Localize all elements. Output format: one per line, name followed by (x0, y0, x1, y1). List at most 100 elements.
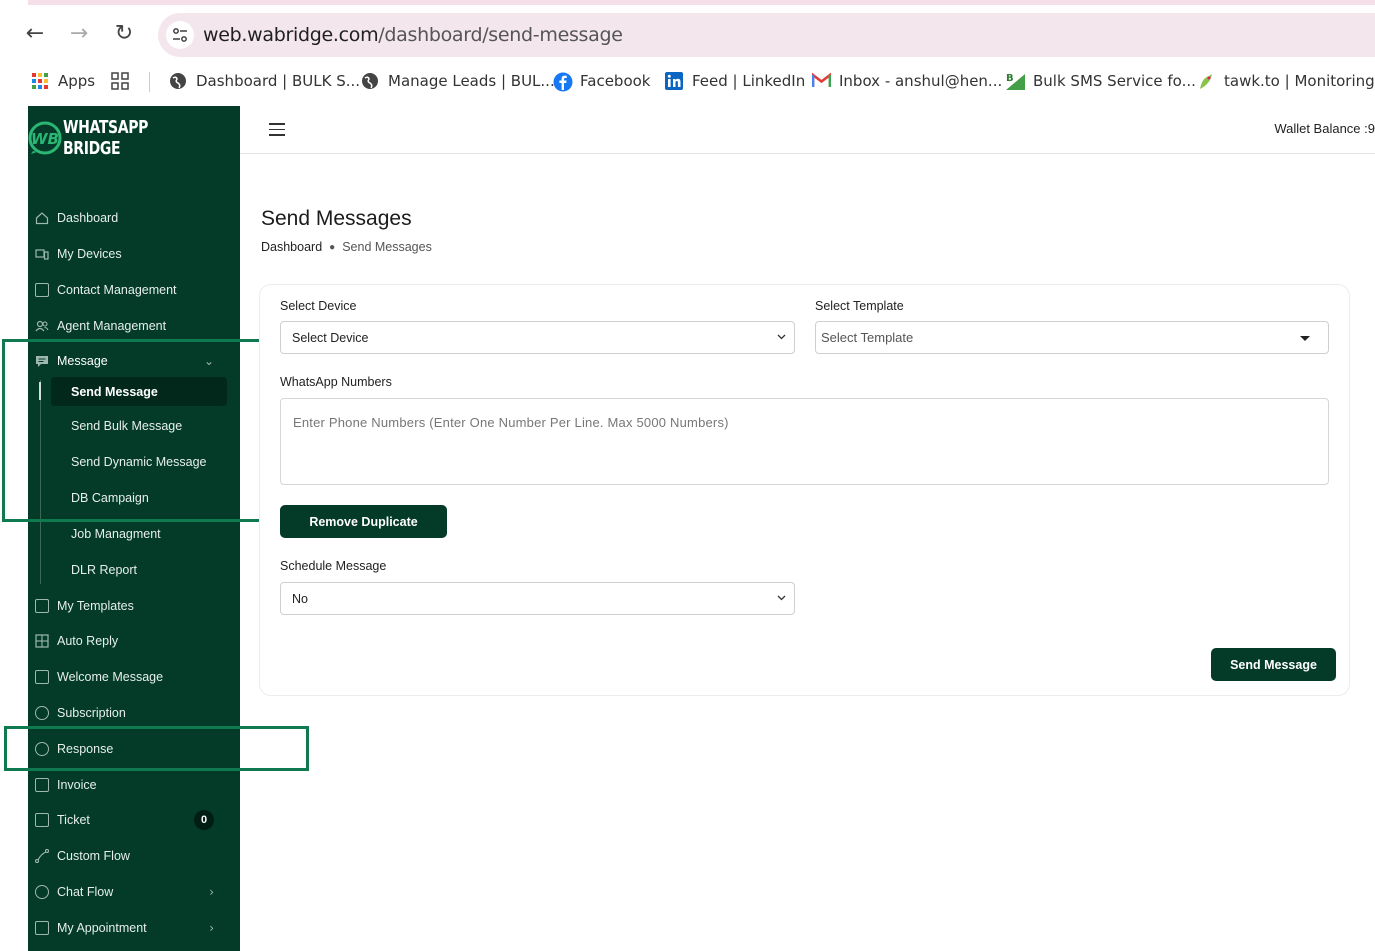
bookmark-label: Facebook (580, 72, 651, 90)
bookmark-bulk-sms[interactable]: B Bulk SMS Service fo... (1006, 70, 1196, 92)
sidebar-item-label: My Appointment (57, 921, 147, 935)
chevron-down-icon (777, 334, 786, 340)
brand-logo[interactable]: WB WHATSAPP BRIDGE (28, 117, 240, 159)
calendar-icon (35, 921, 49, 935)
bookmark-tab-groups[interactable] (111, 70, 138, 92)
svg-text:B: B (1006, 73, 1014, 84)
select-template-value: Select Template (821, 330, 914, 345)
auto-reply-icon (35, 634, 49, 648)
remove-duplicate-label: Remove Duplicate (309, 514, 418, 529)
sidebar-item-label: Chat Flow (57, 885, 114, 899)
whatsapp-bridge-logo-icon: WB (28, 121, 62, 155)
bookmark-tawk[interactable]: tawk.to | Monitoring (1197, 70, 1375, 92)
chevron-right-icon: › (209, 885, 214, 899)
sidebar-item-auto-reply[interactable]: Auto Reply (28, 626, 240, 656)
page-title: Send Messages (261, 207, 412, 230)
flow-icon (34, 848, 50, 864)
svg-text:WB: WB (31, 130, 59, 148)
menu-toggle-icon[interactable] (269, 123, 285, 136)
submenu-item-dlr-report[interactable]: DLR Report (51, 555, 227, 584)
home-icon (35, 211, 49, 225)
submenu-item-label: Job Managment (71, 526, 161, 541)
facebook-icon (553, 72, 573, 92)
send-message-label: Send Message (1230, 657, 1317, 672)
browser-toolbar: ← → ↻ web.wabridge.com/dashboard/send-me… (0, 5, 1375, 63)
chat-icon (35, 885, 49, 899)
sidebar-item-label: Custom Flow (57, 849, 130, 863)
bookmark-label: Apps (58, 72, 96, 90)
url-text: web.wabridge.com/dashboard/send-message (203, 24, 623, 46)
bookmark-dashboard-bulk[interactable]: Dashboard | BULK S... (169, 70, 360, 92)
submenu-item-label: DLR Report (71, 562, 137, 577)
caret-down-icon (1300, 336, 1310, 341)
bookmark-label: tawk.to | Monitoring (1224, 72, 1375, 90)
bookmark-manage-leads[interactable]: Manage Leads | BUL... (361, 70, 555, 92)
tab-groups-icon (111, 72, 129, 90)
sidebar: WB WHATSAPP BRIDGE Dashboard My Devices … (28, 106, 240, 951)
sidebar-item-my-devices[interactable]: My Devices (28, 239, 240, 269)
select-device-value: Select Device (292, 330, 369, 345)
sidebar-item-label: Contact Management (57, 283, 177, 297)
remove-duplicate-button[interactable]: Remove Duplicate (280, 505, 447, 538)
brand-name: WHATSAPP BRIDGE (63, 117, 149, 159)
globe-icon (361, 72, 379, 90)
bulk-sms-icon: B (1006, 72, 1025, 90)
sidebar-item-my-appointment[interactable]: My Appointment › (28, 913, 240, 943)
sidebar-item-label: Subscription (57, 706, 126, 720)
schedule-message-dropdown[interactable]: No (280, 582, 795, 615)
select-device-label: Select Device (280, 299, 357, 313)
site-settings-icon[interactable] (166, 21, 194, 49)
subscription-icon (35, 706, 49, 720)
sidebar-item-chat-flow[interactable]: Chat Flow › (28, 877, 240, 907)
submenu-item-job-managment[interactable]: Job Managment (51, 519, 227, 548)
breadcrumb: Dashboard ● Send Messages (261, 240, 432, 254)
ticket-count-badge: 0 (194, 810, 214, 830)
sidebar-item-label: Invoice (57, 778, 97, 792)
sidebar-item-custom-flow[interactable]: Custom Flow (28, 841, 240, 871)
sidebar-item-my-templates[interactable]: My Templates (28, 591, 240, 621)
app-topbar: Wallet Balance :9 (240, 106, 1375, 154)
globe-icon (169, 72, 187, 90)
numbers-placeholder: Enter Phone Numbers (Enter One Number Pe… (293, 415, 729, 430)
schedule-message-value: No (292, 591, 308, 606)
welcome-icon (35, 670, 49, 684)
sidebar-item-label: Dashboard (57, 211, 119, 225)
whatsapp-numbers-textarea[interactable]: Enter Phone Numbers (Enter One Number Pe… (280, 398, 1329, 485)
users-icon (35, 319, 49, 333)
bookmark-label: Feed | LinkedIn (692, 72, 806, 90)
breadcrumb-current: Send Messages (342, 240, 432, 254)
chevron-down-icon (777, 595, 786, 601)
whatsapp-numbers-label: WhatsApp Numbers (280, 375, 392, 389)
url-domain: web.wabridge.com (203, 24, 379, 46)
url-path: /dashboard/send-message (378, 24, 623, 46)
breadcrumb-separator: ● (329, 241, 336, 253)
devices-icon (35, 247, 49, 261)
invoice-icon (35, 778, 49, 792)
sidebar-item-welcome-message[interactable]: Welcome Message (28, 662, 240, 692)
sidebar-item-contact-management[interactable]: Contact Management (28, 275, 240, 305)
sidebar-item-label: My Templates (57, 599, 134, 613)
chevron-right-icon: › (209, 921, 214, 935)
sidebar-item-invoice[interactable]: Invoice (28, 770, 240, 800)
send-message-button[interactable]: Send Message (1211, 648, 1336, 681)
bookmark-apps[interactable]: Apps (31, 70, 95, 92)
sidebar-item-dashboard[interactable]: Dashboard (28, 203, 240, 233)
forward-arrow-icon[interactable]: → (67, 22, 91, 46)
bookmarks-bar: Apps Dashboard | BULK S... Manage Leads … (0, 63, 1375, 99)
sidebar-item-label: Auto Reply (57, 634, 119, 648)
bookmark-label: Dashboard | BULK S... (196, 72, 361, 90)
back-arrow-icon[interactable]: ← (23, 22, 47, 46)
sidebar-item-ticket[interactable]: Ticket 0 (28, 805, 240, 835)
sidebar-item-agent-management[interactable]: Agent Management (28, 311, 240, 341)
reload-icon[interactable]: ↻ (112, 22, 136, 46)
bookmark-facebook[interactable]: Facebook (553, 70, 650, 92)
breadcrumb-home[interactable]: Dashboard (261, 240, 322, 254)
sidebar-item-subscription[interactable]: Subscription (28, 698, 240, 728)
select-device-dropdown[interactable]: Select Device (280, 321, 795, 354)
tawk-icon (1197, 72, 1215, 90)
bookmark-gmail[interactable]: Inbox - anshul@hen... (811, 70, 1002, 92)
address-bar[interactable]: web.wabridge.com/dashboard/send-message (158, 13, 1375, 57)
bookmark-linkedin[interactable]: Feed | LinkedIn (665, 70, 805, 92)
ticket-icon (35, 813, 49, 827)
select-template-dropdown[interactable]: Select Template (815, 321, 1329, 354)
